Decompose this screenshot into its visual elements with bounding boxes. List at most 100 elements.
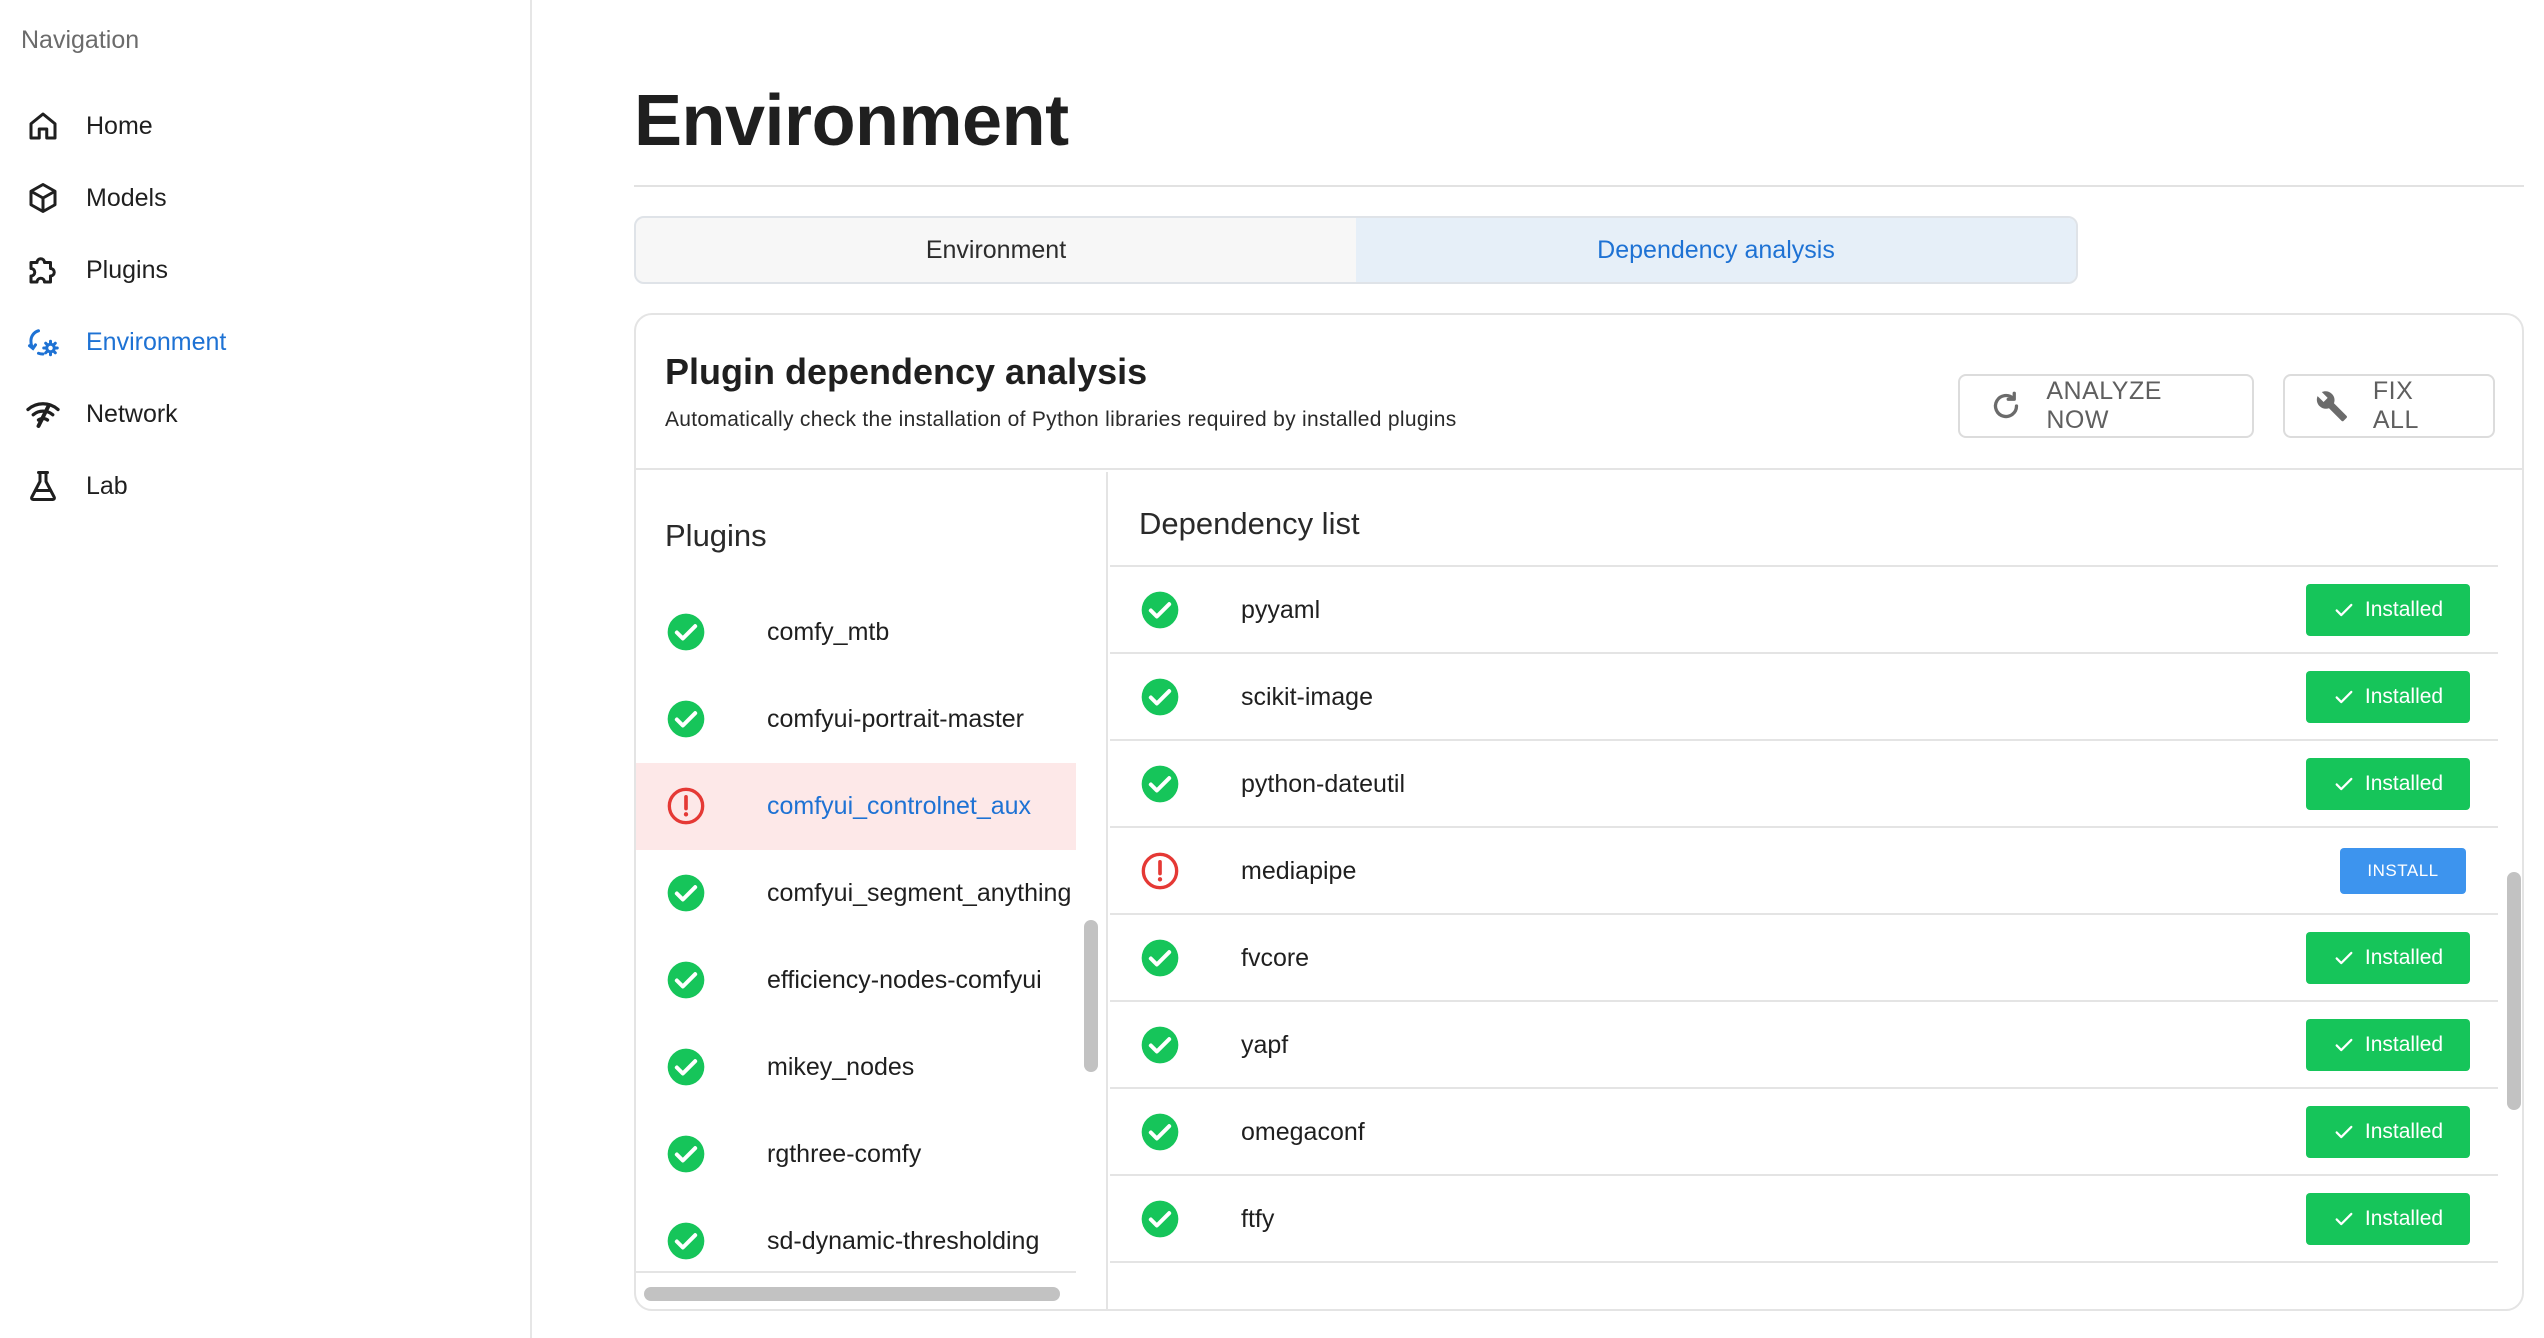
check-icon: [2335, 777, 2353, 791]
check-circle-icon: [667, 613, 705, 651]
puzzle-icon: [24, 251, 62, 289]
installed-badge: Installed: [2306, 932, 2470, 984]
dependency-name: scikit-image: [1241, 683, 1373, 711]
plugin-list-scrollbar[interactable]: [1084, 920, 1098, 1072]
plugin-name: sd-dynamic-thresholding: [767, 1227, 1040, 1255]
check-circle-icon: [1141, 939, 1179, 977]
dependency-row: omegaconf Installed: [1110, 1089, 2498, 1176]
dependency-name: yapf: [1241, 1031, 1289, 1059]
error-circle-icon: [1141, 852, 1179, 890]
sidebar-item-models[interactable]: Models: [0, 162, 530, 234]
wrench-icon: [2313, 387, 2351, 425]
plugin-list: comfy_mtb comfyui-portrait-master comfyu…: [636, 589, 1076, 1273]
title-divider: [634, 185, 2524, 187]
main-content: Environment Environment Dependency analy…: [634, 0, 2524, 1338]
plugin-name: efficiency-nodes-comfyui: [767, 966, 1042, 994]
fix-all-button[interactable]: FIX ALL: [2283, 374, 2495, 438]
check-circle-icon: [1141, 1026, 1179, 1064]
dependency-row: yapf Installed: [1110, 1002, 2498, 1089]
plugins-title: Plugins: [665, 518, 767, 553]
plugin-item[interactable]: rgthree-comfy: [636, 1111, 1076, 1198]
check-circle-icon: [1141, 591, 1179, 629]
cube-icon: [24, 179, 62, 217]
dependency-name: pyyaml: [1241, 596, 1321, 624]
plugin-name: mikey_nodes: [767, 1053, 915, 1081]
plugin-item-selected[interactable]: comfyui_controlnet_aux: [636, 763, 1076, 850]
check-icon: [2335, 603, 2353, 617]
dependency-row: mediapipe INSTALL: [1110, 828, 2498, 915]
analyze-now-button[interactable]: ANALYZE NOW: [1958, 374, 2254, 438]
check-icon: [2335, 1212, 2353, 1226]
installed-label: Installed: [2364, 598, 2444, 621]
installed-badge: Installed: [2306, 1106, 2470, 1158]
check-icon: [2335, 951, 2353, 965]
page-title: Environment: [634, 81, 1069, 161]
plugin-name: comfyui_segment_anything: [767, 879, 1072, 907]
dependency-row: ftfy Installed: [1110, 1176, 2498, 1263]
check-circle-icon: [667, 1135, 705, 1173]
installed-label: Installed: [2364, 685, 2444, 708]
installed-label: Installed: [2364, 772, 2444, 795]
sidebar-item-plugins[interactable]: Plugins: [0, 234, 530, 306]
sidebar-item-label: Network: [86, 399, 178, 428]
check-icon: [2335, 1125, 2353, 1139]
installed-badge: Installed: [2306, 1019, 2470, 1071]
plugin-item[interactable]: comfyui_segment_anything: [636, 850, 1076, 937]
install-button[interactable]: INSTALL: [2340, 848, 2466, 894]
installed-label: Installed: [2364, 1207, 2444, 1230]
plugin-item[interactable]: comfy_mtb: [636, 589, 1076, 676]
sidebar: Navigation Home Models Plugins Environme…: [0, 0, 532, 1338]
sidebar-item-label: Models: [86, 183, 167, 212]
dependency-analysis-card: Plugin dependency analysis Automatically…: [634, 313, 2524, 1311]
plugin-item[interactable]: sd-dynamic-thresholding: [636, 1198, 1076, 1271]
dependency-list: pyyaml Installed scikit-image Installed: [1110, 565, 2498, 1265]
check-circle-icon: [667, 1048, 705, 1086]
plugin-name: comfy_mtb: [767, 618, 890, 646]
sidebar-item-label: Plugins: [86, 255, 168, 284]
tab-dependency-analysis[interactable]: Dependency analysis: [1356, 218, 2076, 282]
check-circle-icon: [667, 700, 705, 738]
check-circle-icon: [1141, 1200, 1179, 1238]
plugin-item[interactable]: comfyui-portrait-master: [636, 676, 1076, 763]
flask-icon: [24, 467, 62, 505]
dependency-panel: Dependency list pyyaml Installed scikit-…: [1110, 472, 2522, 1309]
check-icon: [2335, 690, 2353, 704]
wifi-icon: [24, 395, 62, 433]
sidebar-item-lab[interactable]: Lab: [0, 450, 530, 522]
dependency-row: fvcore Installed: [1110, 915, 2498, 1002]
sidebar-item-environment[interactable]: Environment: [0, 306, 530, 378]
tab-environment[interactable]: Environment: [636, 218, 1356, 282]
nav-list: Home Models Plugins Environment Network: [0, 90, 530, 522]
fix-all-label: FIX ALL: [2372, 377, 2419, 434]
installed-badge: Installed: [2306, 584, 2470, 636]
dependency-name: python-dateutil: [1241, 770, 1406, 798]
dependency-name: mediapipe: [1241, 857, 1357, 885]
sidebar-item-network[interactable]: Network: [0, 378, 530, 450]
plugin-name: comfyui-portrait-master: [767, 705, 1024, 733]
installed-label: Installed: [2364, 1120, 2444, 1143]
plugin-name: comfyui_controlnet_aux: [767, 792, 1032, 820]
dependency-list-scrollbar[interactable]: [2507, 872, 2521, 1110]
check-circle-icon: [1141, 765, 1179, 803]
sidebar-item-label: Lab: [86, 471, 128, 500]
sidebar-item-home[interactable]: Home: [0, 90, 530, 162]
dependency-name: omegaconf: [1241, 1118, 1365, 1146]
installed-badge: Installed: [2306, 671, 2470, 723]
card-title: Plugin dependency analysis: [665, 351, 1148, 392]
plugin-list-horizontal-scrollbar[interactable]: [644, 1287, 1060, 1301]
dependency-list-title: Dependency list: [1139, 506, 1360, 541]
refresh-icon: [1988, 387, 2024, 425]
check-circle-icon: [667, 961, 705, 999]
dependency-name: ftfy: [1241, 1205, 1275, 1233]
plugin-item[interactable]: mikey_nodes: [636, 1024, 1076, 1111]
plugin-name: rgthree-comfy: [767, 1140, 922, 1168]
sidebar-item-label: Environment: [86, 327, 227, 356]
nav-heading: Navigation: [21, 26, 140, 54]
tab-bar: Environment Dependency analysis: [634, 216, 2078, 284]
installed-label: Installed: [2364, 946, 2444, 969]
analyze-now-label: ANALYZE NOW: [2046, 377, 2162, 434]
error-circle-icon: [667, 787, 705, 825]
plugins-panel: Plugins comfy_mtb comfyui-portrait-maste…: [636, 472, 1108, 1309]
check-circle-icon: [1141, 1113, 1179, 1151]
plugin-item[interactable]: efficiency-nodes-comfyui: [636, 937, 1076, 1024]
